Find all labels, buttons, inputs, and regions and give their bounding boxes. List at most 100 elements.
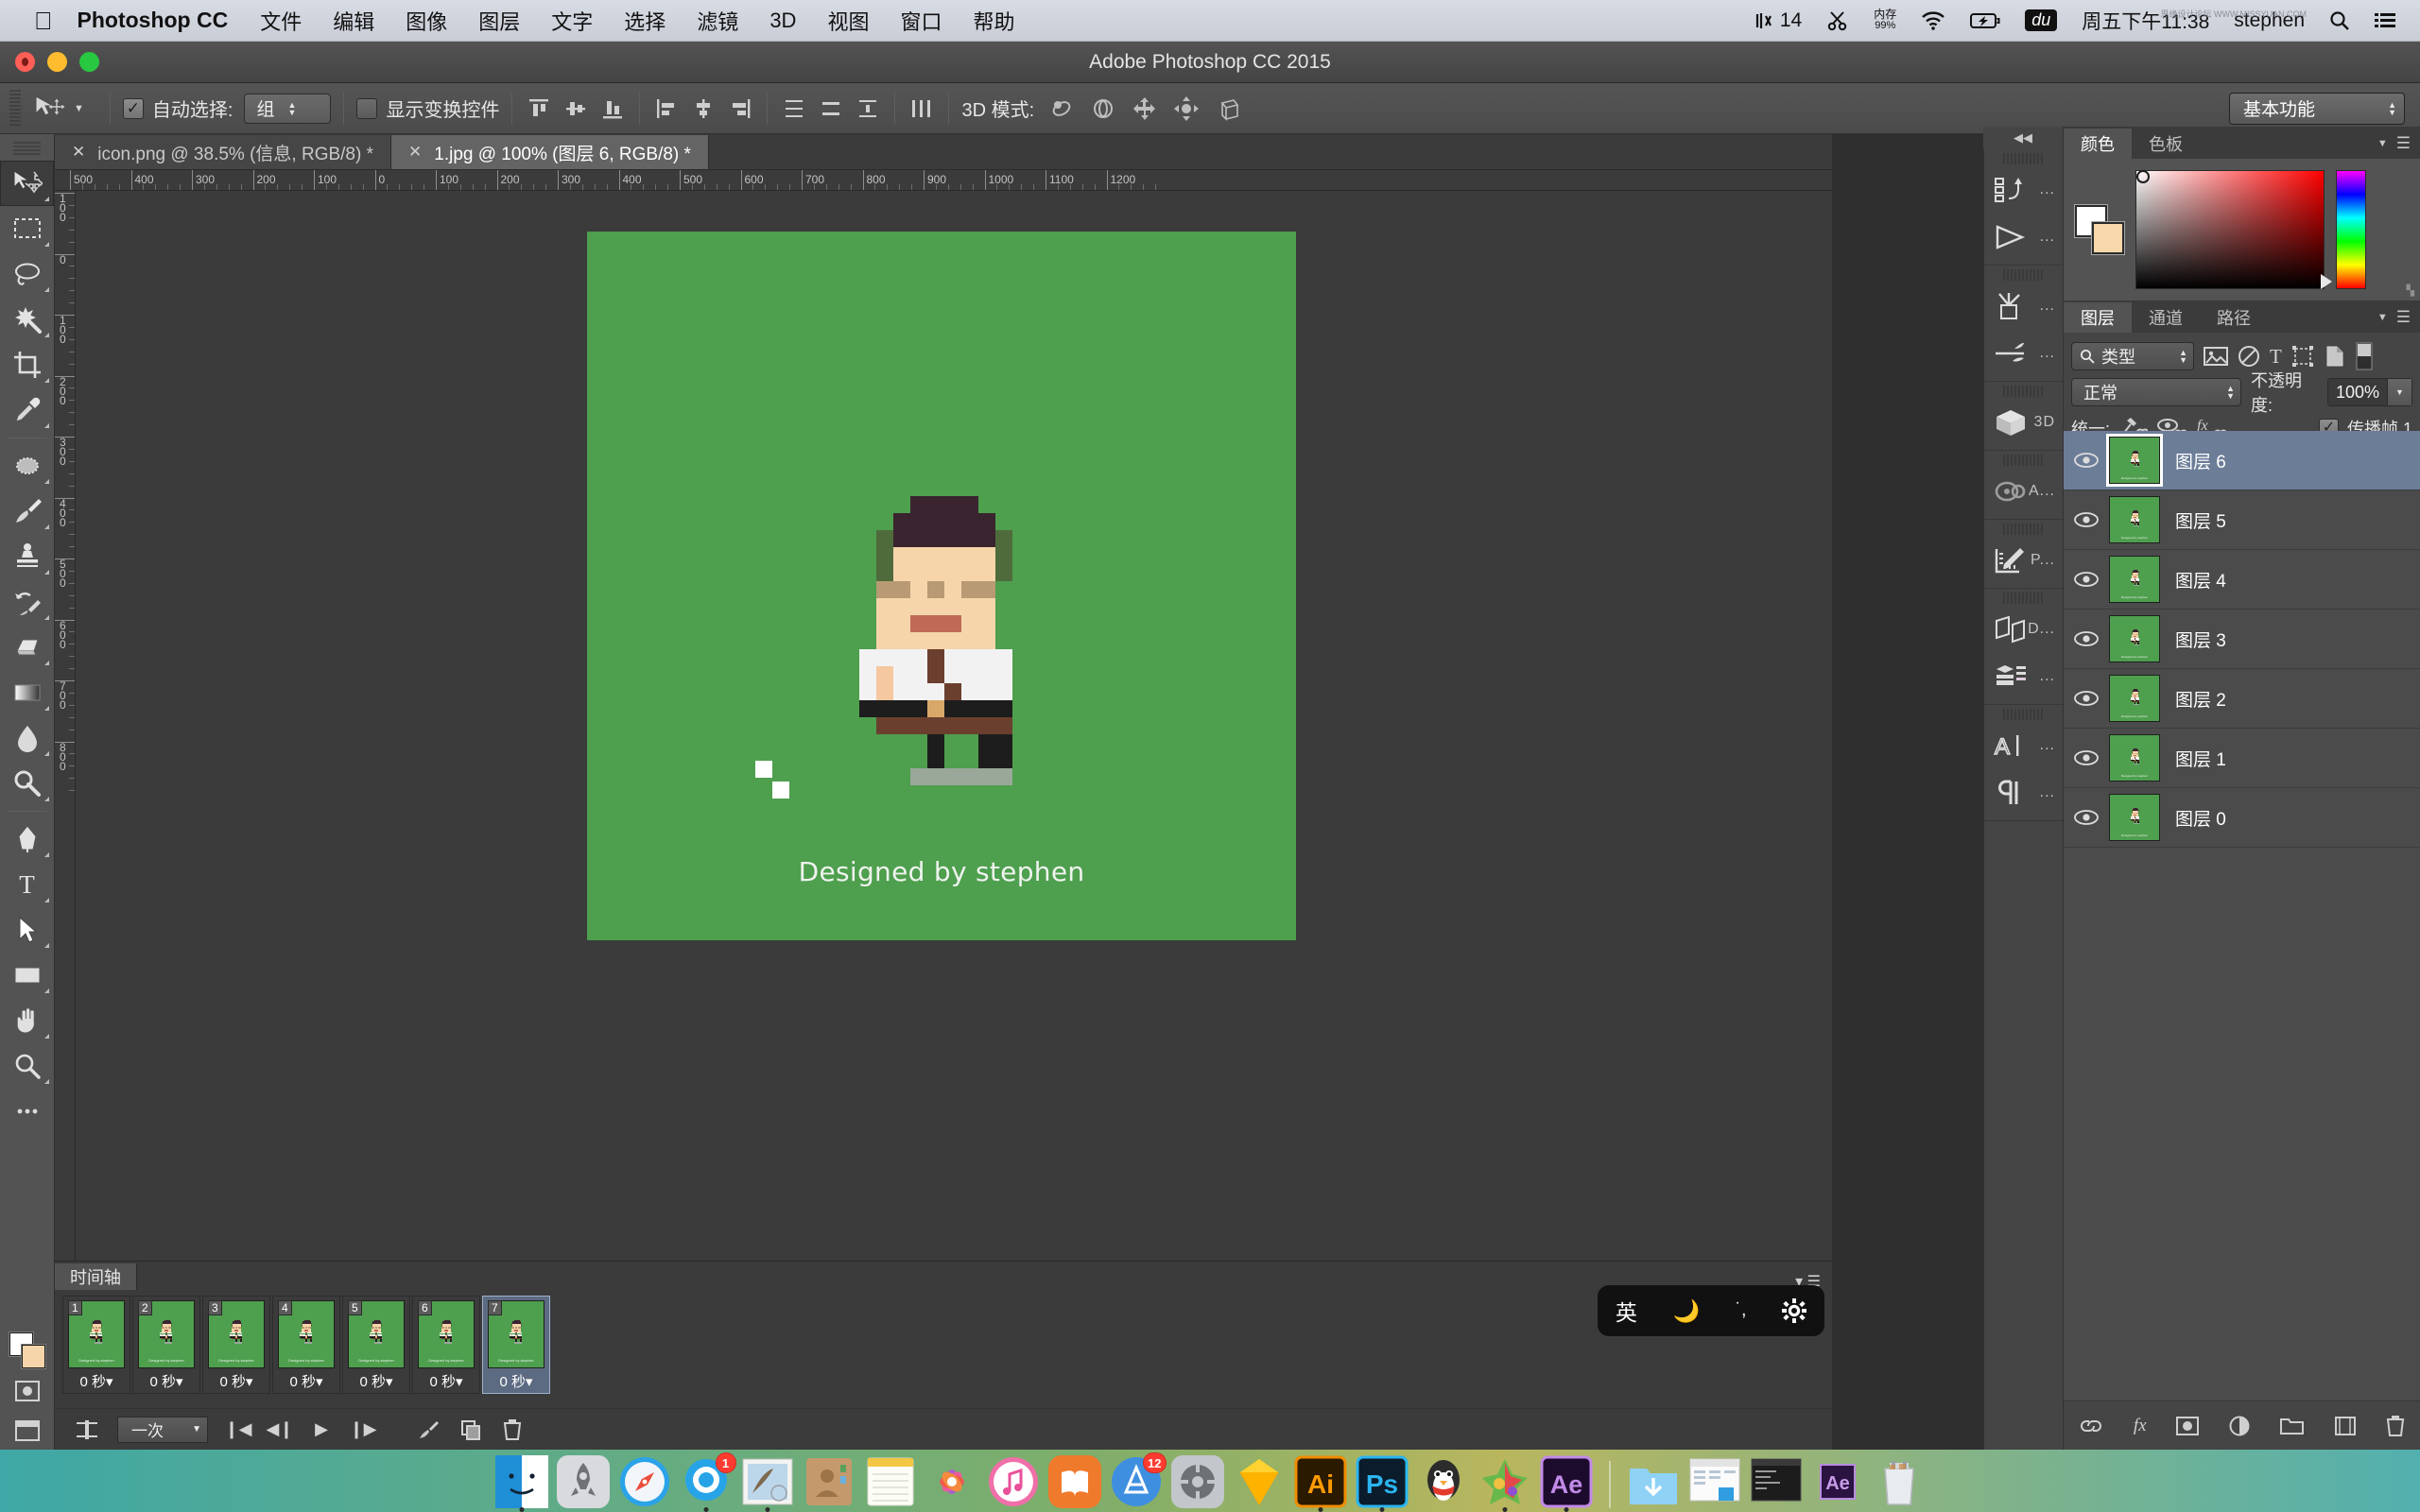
scale-3d-icon[interactable]	[1214, 94, 1242, 123]
blend-mode-select[interactable]: 正常 ▲ ▼	[2071, 378, 2241, 406]
tool-flyout-corner[interactable]	[44, 242, 49, 247]
link-layers-icon[interactable]	[2079, 1418, 2103, 1435]
zoom-tool[interactable]	[0, 1043, 54, 1089]
show-transform-checkbox[interactable]: ✓	[356, 97, 378, 119]
rail-gripper[interactable]	[2003, 593, 2044, 604]
hand-tool[interactable]	[0, 998, 54, 1043]
rail-gripper[interactable]	[2003, 269, 2044, 281]
rail-item-paragraph[interactable]: ...	[1984, 769, 2063, 816]
edit-toolbar-button[interactable]	[0, 1089, 54, 1134]
rail-item-layer-comps[interactable]: ...	[1984, 653, 2063, 700]
scissors-icon[interactable]	[1826, 9, 1849, 32]
frame-delay[interactable]: 0 秒▾	[278, 1368, 335, 1391]
filter-smart-object-icon[interactable]	[2324, 345, 2346, 368]
tab-channels[interactable]: 通道	[2132, 302, 2200, 333]
layer-row[interactable]: Designed by stephen 图层 4	[2064, 550, 2420, 610]
maximize-button[interactable]	[79, 52, 99, 72]
dock-item-photoshop[interactable]: Ps	[1356, 1455, 1409, 1512]
dock-item-mail[interactable]	[741, 1455, 794, 1512]
select-next-frame-button[interactable]: ❙▶	[342, 1414, 384, 1446]
eyedropper-tool[interactable]	[0, 387, 54, 433]
rail-item-properties[interactable]: P...	[1984, 537, 2063, 584]
animation-frame[interactable]: 7 Designed by stephen 0 秒▾	[482, 1296, 550, 1394]
rotate-3d-icon[interactable]	[1047, 94, 1076, 123]
gradient-tool[interactable]	[0, 670, 54, 715]
dock-item-qq-mini[interactable]: 1	[680, 1452, 736, 1512]
volume-status[interactable]: 14	[1754, 9, 1802, 32]
moon-icon[interactable]: 🌙	[1673, 1298, 1701, 1324]
layer-name[interactable]: 图层 2	[2175, 686, 2226, 712]
tool-flyout-corner[interactable]	[44, 524, 49, 529]
filter-toggle-switch[interactable]	[2356, 342, 2373, 370]
tool-flyout-corner[interactable]	[44, 751, 49, 756]
punctuation-icon[interactable]: ˙,	[1736, 1300, 1747, 1321]
align-top-edges-icon[interactable]	[525, 94, 553, 123]
menu-filter[interactable]: 滤镜	[697, 6, 738, 36]
rail-item-history[interactable]: ...	[1984, 166, 2063, 214]
opacity-field[interactable]: 100% ▼	[2326, 378, 2412, 406]
rail-item-brush-settings[interactable]: ...	[1984, 330, 2063, 377]
tool-preset-chevron[interactable]: ▼	[74, 103, 84, 114]
eraser-tool[interactable]	[0, 625, 54, 670]
hue-strip[interactable]	[2336, 170, 2366, 289]
tools-gripper[interactable]	[13, 142, 41, 155]
screen-mode-toggle[interactable]	[0, 1408, 55, 1453]
battery-charging-icon[interactable]	[1970, 12, 2000, 29]
eye-icon[interactable]	[2064, 749, 2109, 766]
rectangle-tool[interactable]	[0, 953, 54, 998]
menu-file[interactable]: 文件	[260, 6, 302, 36]
history-brush-tool[interactable]	[0, 579, 54, 625]
memory-status[interactable]: 内存 99%	[1874, 9, 1896, 31]
pan-3d-icon[interactable]	[1131, 94, 1159, 123]
dock-item-ae-minimized[interactable]: Ae	[1811, 1455, 1864, 1508]
dock-item-finder-window[interactable]	[1688, 1455, 1741, 1508]
frame-delay[interactable]: 0 秒▾	[488, 1368, 544, 1391]
rail-item-adjustments[interactable]: A...	[1984, 468, 2063, 515]
image-canvas[interactable]: Designed by stephen	[587, 232, 1296, 940]
rail-item-actions-play[interactable]: ...	[1984, 214, 2063, 261]
eye-icon[interactable]	[2064, 690, 2109, 707]
path-selection-tool[interactable]	[0, 907, 54, 953]
align-horizontal-centers-icon[interactable]	[689, 94, 717, 123]
rail-gripper[interactable]	[2003, 386, 2044, 397]
select-previous-frame-button[interactable]: ◀❙	[259, 1414, 301, 1446]
auto-select-checkbox[interactable]: ✓	[122, 97, 144, 119]
align-left-edges-icon[interactable]	[652, 94, 681, 123]
rail-item-brush-presets[interactable]: ...	[1984, 283, 2063, 330]
tool-flyout-corner[interactable]	[44, 570, 49, 575]
eye-icon[interactable]	[2064, 511, 2109, 528]
dock-item-illustrator[interactable]: Ai	[1294, 1455, 1347, 1512]
tool-flyout-corner[interactable]	[44, 197, 49, 201]
layers-list[interactable]: Designed by stephen 图层 6 Designed by steph…	[2064, 431, 2420, 1400]
layers-panel-menu[interactable]: ▼ ☰	[2377, 308, 2420, 333]
layer-name[interactable]: 图层 3	[2175, 627, 2226, 652]
auto-select-scope-select[interactable]: 组 ▲ ▼	[244, 93, 332, 124]
lasso-tool[interactable]	[0, 251, 54, 297]
spotlight-search-icon[interactable]	[2329, 10, 2350, 31]
tool-flyout-corner[interactable]	[44, 706, 49, 711]
align-vertical-centers-icon[interactable]	[562, 94, 590, 123]
ime-language[interactable]: 英	[1616, 1295, 1637, 1327]
move-tool[interactable]	[0, 161, 54, 206]
tool-flyout-corner[interactable]	[44, 898, 49, 902]
close-icon[interactable]: ✕	[408, 143, 422, 162]
dock-item-contacts[interactable]	[803, 1455, 856, 1508]
eye-icon[interactable]	[2064, 630, 2109, 647]
frame-delay[interactable]: 0 秒▾	[138, 1368, 195, 1391]
filter-shape-icon[interactable]	[2291, 345, 2314, 368]
distribute-bottom-icon[interactable]	[854, 94, 882, 123]
clone-stamp-tool[interactable]	[0, 534, 54, 579]
select-first-frame-button[interactable]: ❙◀	[217, 1414, 259, 1446]
layer-filter-select[interactable]: 类型 ▲ ▼	[2071, 342, 2194, 370]
background-swatch[interactable]	[2092, 222, 2124, 254]
tween-settings-icon[interactable]	[66, 1414, 108, 1446]
color-swatches[interactable]	[9, 1332, 47, 1370]
blur-tool[interactable]	[0, 715, 54, 761]
layer-row[interactable]: Designed by stephen 图层 5	[2064, 490, 2420, 550]
rail-item-cube-3d[interactable]: 3D	[1984, 399, 2063, 446]
adjustment-layer-icon[interactable]	[2229, 1416, 2250, 1436]
color-panel-menu[interactable]: ▼ ☰	[2377, 134, 2420, 159]
marquee-tool[interactable]	[0, 206, 54, 251]
workspace-select[interactable]: 基本功能 ▲ ▼	[2229, 92, 2405, 125]
rail-gripper[interactable]	[2003, 709, 2044, 720]
